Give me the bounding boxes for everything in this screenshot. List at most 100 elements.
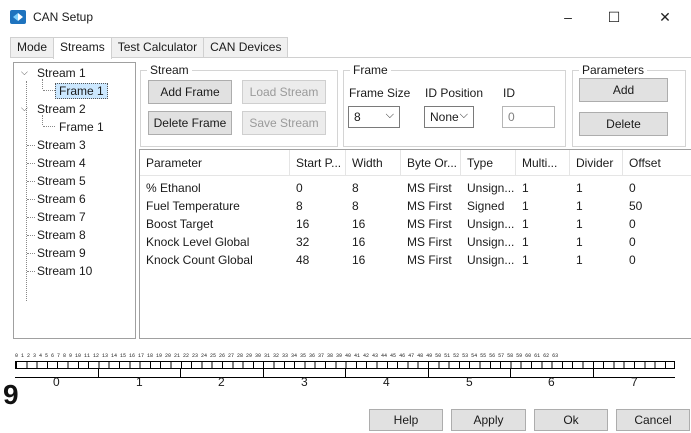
chevron-down-icon[interactable]: ⌵ (21, 67, 28, 78)
column-header-byte-order[interactable]: Byte Or... (401, 150, 461, 176)
cell-offset: 0 (629, 235, 636, 249)
tree-item-stream-1-frame-1[interactable]: Frame 1 (55, 82, 108, 100)
tree-item-stream-5[interactable]: Stream 5 (34, 172, 89, 190)
table-row[interactable]: % Ethanol 0 8 MS First Unsign... 1 1 0 (140, 179, 691, 197)
cancel-button[interactable]: Cancel (616, 409, 690, 431)
byte-label: 5 (466, 375, 473, 389)
tab-divider (10, 57, 691, 58)
cell-divider: 1 (576, 235, 583, 249)
apply-button[interactable]: Apply (451, 409, 526, 431)
app-icon (10, 10, 26, 24)
delete-parameter-button[interactable]: Delete (579, 112, 668, 136)
tree-item-stream-8[interactable]: Stream 8 (34, 226, 89, 244)
tab-mode[interactable]: Mode (10, 37, 55, 58)
column-header-type[interactable]: Type (461, 150, 516, 176)
cell-byte-order: MS First (407, 235, 452, 249)
tree-item-stream-4[interactable]: Stream 4 (34, 154, 89, 172)
bit-numbers: 0 1 2 3 4 5 6 7 8 9 10 11 12 13 14 15 16… (15, 353, 559, 359)
cell-parameter: % Ethanol (146, 181, 201, 195)
column-header-parameter[interactable]: Parameter (140, 150, 290, 176)
help-button[interactable]: Help (369, 409, 443, 431)
cell-parameter: Knock Level Global (146, 235, 250, 249)
bit-ruler: 0 1 2 3 4 5 6 7 8 9 10 11 12 13 14 15 16… (15, 353, 675, 369)
cell-offset: 0 (629, 217, 636, 231)
column-header-offset[interactable]: Offset (623, 150, 691, 176)
id-position-select[interactable]: None ⌵ (424, 106, 474, 128)
tree-item-stream-3[interactable]: Stream 3 (34, 136, 89, 154)
frame-size-label: Frame Size (349, 86, 411, 100)
tree-item-stream-7[interactable]: Stream 7 (34, 208, 89, 226)
column-header-divider[interactable]: Divider (570, 150, 623, 176)
parameter-table[interactable]: Parameter Start P... Width Byte Or... Ty… (139, 149, 691, 339)
table-row[interactable]: Knock Level Global 32 16 MS First Unsign... 1… (140, 233, 691, 251)
cell-multiplier: 1 (522, 199, 529, 213)
minimize-button[interactable]: – (548, 4, 588, 30)
cell-start-position: 16 (296, 217, 310, 231)
byte-label: 4 (383, 375, 390, 389)
cell-start-position: 0 (296, 181, 303, 195)
cell-start-position: 32 (296, 235, 310, 249)
load-stream-button[interactable]: Load Stream (242, 80, 326, 104)
tab-streams[interactable]: Streams (53, 37, 112, 59)
cell-parameter: Boost Target (146, 217, 214, 231)
byte-label: 6 (548, 375, 555, 389)
column-header-multiplier[interactable]: Multi... (516, 150, 570, 176)
tree-item-stream-2[interactable]: Stream 2 (34, 100, 89, 118)
add-parameter-button[interactable]: Add (579, 78, 668, 102)
ok-button[interactable]: Ok (534, 409, 608, 431)
byte-tick (428, 369, 429, 377)
tree-item-stream-1[interactable]: Stream 1 (34, 64, 89, 82)
save-stream-button[interactable]: Save Stream (242, 111, 326, 135)
tree-item-stream-2-frame-1[interactable]: Frame 1 (56, 118, 107, 136)
tree-item-stream-9[interactable]: Stream 9 (34, 244, 89, 262)
id-field[interactable]: 0 (502, 106, 555, 128)
cell-divider: 1 (576, 199, 583, 213)
cell-multiplier: 1 (522, 181, 529, 195)
add-frame-button[interactable]: Add Frame (148, 80, 232, 104)
byte-tick (345, 369, 346, 377)
stream-tree[interactable]: ⌵ Stream 1 Frame 1 ⌵ Stream 2 Frame 1 St… (13, 62, 136, 339)
chevron-down-icon[interactable]: ⌵ (21, 103, 28, 114)
table-header: Parameter Start P... Width Byte Or... Ty… (140, 150, 691, 176)
cell-width: 8 (352, 199, 359, 213)
cell-byte-order: MS First (407, 199, 452, 213)
cell-divider: 1 (576, 253, 583, 267)
byte-tick (510, 369, 511, 377)
table-row[interactable]: Fuel Temperature 8 8 MS First Signed 1 1 50 (140, 197, 691, 215)
chevron-down-icon: ⌵ (385, 109, 394, 121)
cell-type: Unsign... (467, 253, 515, 267)
cell-byte-order: MS First (407, 181, 452, 195)
tab-test-calculator[interactable]: Test Calculator (110, 37, 205, 58)
column-header-width[interactable]: Width (346, 150, 401, 176)
cell-byte-order: MS First (407, 253, 452, 267)
cell-width: 8 (352, 181, 359, 195)
cell-divider: 1 (576, 217, 583, 231)
cell-multiplier: 1 (522, 217, 529, 231)
cell-width: 16 (352, 217, 366, 231)
maximize-button[interactable]: ☐ (594, 4, 634, 30)
cell-byte-order: MS First (407, 217, 452, 231)
column-header-start-position[interactable]: Start P... (290, 150, 346, 176)
cell-type: Unsign... (467, 217, 515, 231)
frame-size-select[interactable]: 8 ⌵ (348, 106, 400, 128)
parameters-group-title: Parameters (579, 63, 648, 77)
tree-item-stream-6[interactable]: Stream 6 (34, 190, 89, 208)
byte-scale-line (15, 377, 675, 378)
byte-tick (263, 369, 264, 377)
byte-tick (98, 369, 99, 377)
cell-multiplier: 1 (522, 253, 529, 267)
bit-cells (15, 361, 675, 369)
cell-multiplier: 1 (522, 235, 529, 249)
tree-item-stream-10[interactable]: Stream 10 (34, 262, 95, 280)
cell-type: Unsign... (467, 181, 515, 195)
table-row[interactable]: Knock Count Global 48 16 MS First Unsign... 1… (140, 251, 691, 269)
table-row[interactable]: Boost Target 16 16 MS First Unsign... 1 1 0 (140, 215, 691, 233)
cell-offset: 50 (629, 199, 643, 213)
stream-group-title: Stream (147, 63, 192, 77)
tab-can-devices[interactable]: CAN Devices (203, 37, 289, 58)
cell-offset: 0 (629, 181, 636, 195)
byte-scale: 0 1 2 3 4 5 6 7 (15, 369, 675, 391)
close-button[interactable]: ✕ (645, 4, 685, 30)
delete-frame-button[interactable]: Delete Frame (148, 111, 232, 135)
frame-group-title: Frame (350, 63, 391, 77)
